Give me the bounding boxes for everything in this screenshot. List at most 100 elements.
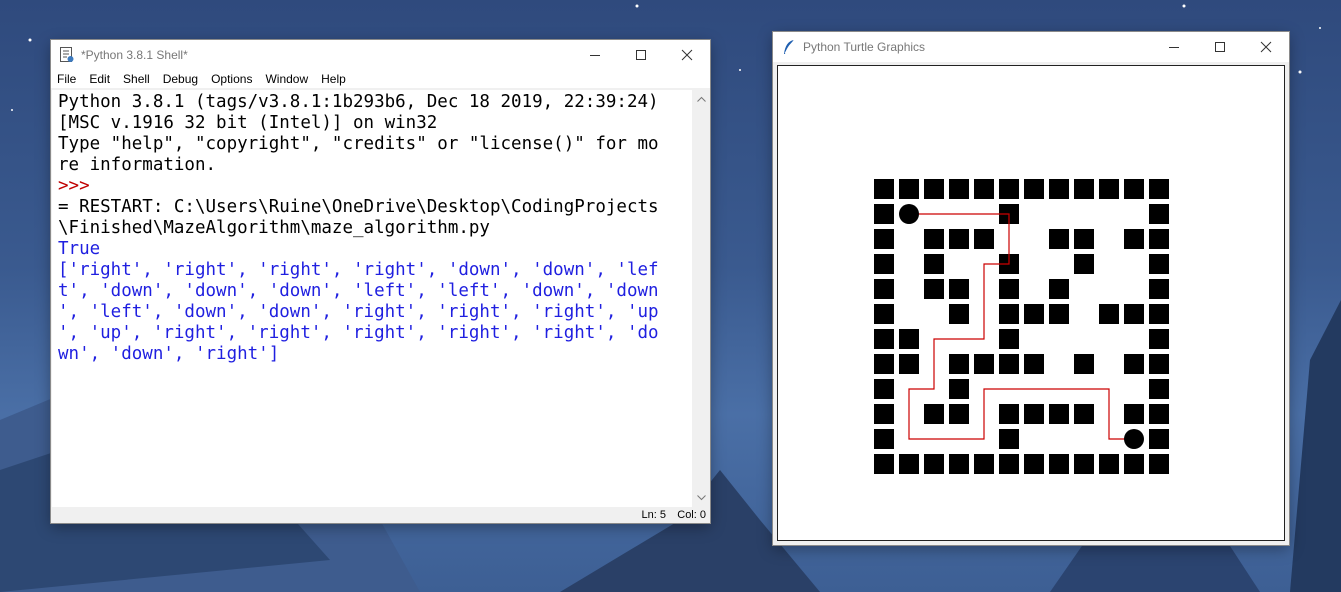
maze-wall xyxy=(1124,229,1144,249)
turtle-titlebar[interactable]: Python Turtle Graphics xyxy=(773,32,1289,62)
shell-output-line: Python 3.8.1 (tags/v3.8.1:1b293b6, Dec 1… xyxy=(58,92,659,112)
maze-wall xyxy=(874,354,894,374)
turtle-feather-icon xyxy=(781,39,797,55)
start-marker xyxy=(899,204,919,224)
menu-item-window[interactable]: Window xyxy=(265,72,308,86)
shell-prompt: >>> xyxy=(58,176,101,196)
maze-wall xyxy=(899,454,919,474)
maze-wall xyxy=(999,279,1019,299)
close-icon xyxy=(1260,41,1272,53)
maze-wall xyxy=(1074,404,1094,424)
column-number-status: Col: 0 xyxy=(677,509,706,521)
shell-output-line: True xyxy=(58,239,101,259)
close-button[interactable] xyxy=(1243,32,1289,62)
close-icon xyxy=(681,49,693,61)
turtle-graphics-window[interactable]: Python Turtle Graphics xyxy=(773,32,1289,545)
maze-wall xyxy=(1149,379,1169,399)
maze-wall xyxy=(874,204,894,224)
scroll-up-arrow-icon[interactable] xyxy=(693,92,709,106)
maze-wall xyxy=(1049,404,1069,424)
maze-wall xyxy=(874,179,894,199)
maze-wall xyxy=(1149,354,1169,374)
maze-wall xyxy=(999,404,1019,424)
maze-wall xyxy=(1024,304,1044,324)
maze-wall xyxy=(924,229,944,249)
maze-wall xyxy=(924,454,944,474)
maze-wall xyxy=(949,379,969,399)
menu-item-shell[interactable]: Shell xyxy=(123,72,150,86)
maze-wall xyxy=(974,454,994,474)
maze-wall xyxy=(999,304,1019,324)
maze-wall xyxy=(899,179,919,199)
maze-wall xyxy=(1149,279,1169,299)
close-button[interactable] xyxy=(664,40,710,70)
minimize-button[interactable] xyxy=(1151,32,1197,62)
maze-wall xyxy=(1149,329,1169,349)
maze-wall xyxy=(1074,179,1094,199)
maze-wall xyxy=(1074,254,1094,274)
shell-output-line: ', 'up', 'right', 'right', 'right', 'rig… xyxy=(58,323,659,343)
maze-wall xyxy=(949,454,969,474)
shell-output-line: = RESTART: C:\Users\Ruine\OneDrive\Deskt… xyxy=(58,197,659,217)
maze-wall xyxy=(999,429,1019,449)
menu-item-file[interactable]: File xyxy=(57,72,76,86)
maze-wall xyxy=(949,404,969,424)
turtle-title: Python Turtle Graphics xyxy=(803,40,926,54)
maze-wall xyxy=(949,304,969,324)
maze-wall xyxy=(1124,354,1144,374)
shell-output-line: ', 'left', 'down', 'down', 'right', 'rig… xyxy=(58,302,659,322)
vertical-scrollbar[interactable] xyxy=(693,90,709,507)
maze-wall xyxy=(924,279,944,299)
maze-wall xyxy=(1149,454,1169,474)
maze-wall xyxy=(1024,454,1044,474)
maze-wall xyxy=(1149,179,1169,199)
maze-wall xyxy=(874,429,894,449)
shell-title: *Python 3.8.1 Shell* xyxy=(81,48,188,62)
maze-wall xyxy=(1149,254,1169,274)
maze-wall xyxy=(899,329,919,349)
scroll-down-arrow-icon[interactable] xyxy=(693,491,709,505)
maze-wall xyxy=(1024,354,1044,374)
end-marker xyxy=(1124,429,1144,449)
maze-wall xyxy=(1124,404,1144,424)
maze-wall xyxy=(1124,304,1144,324)
line-number-status: Ln: 5 xyxy=(641,509,666,521)
shell-output-line: Type "help", "copyright", "credits" or "… xyxy=(58,134,659,154)
shell-output-line: t', 'down', 'down', 'down', 'left', 'lef… xyxy=(58,281,659,301)
minimize-icon xyxy=(590,55,600,56)
maze-wall xyxy=(1074,229,1094,249)
shell-output-area[interactable]: Python 3.8.1 (tags/v3.8.1:1b293b6, Dec 1… xyxy=(52,90,692,507)
turtle-canvas[interactable] xyxy=(777,65,1285,541)
shell-output-line: wn', 'down', 'right'] xyxy=(58,344,280,364)
maze-wall xyxy=(874,304,894,324)
python-shell-window[interactable]: *Python 3.8.1 Shell* File Edit Shell Debug O… xyxy=(51,40,710,523)
minimize-button[interactable] xyxy=(572,40,618,70)
maze-wall xyxy=(1099,454,1119,474)
maze-wall xyxy=(1024,404,1044,424)
maximize-button[interactable] xyxy=(618,40,664,70)
maze-wall xyxy=(1149,429,1169,449)
maze-wall xyxy=(1099,179,1119,199)
maze-wall xyxy=(949,179,969,199)
maze-wall xyxy=(874,254,894,274)
menu-item-debug[interactable]: Debug xyxy=(163,72,198,86)
shell-titlebar[interactable]: *Python 3.8.1 Shell* xyxy=(51,40,710,70)
maze-wall xyxy=(1149,404,1169,424)
menu-item-options[interactable]: Options xyxy=(211,72,252,86)
menu-item-edit[interactable]: Edit xyxy=(89,72,110,86)
maze-wall xyxy=(1049,229,1069,249)
shell-output-line: ['right', 'right', 'right', 'right', 'do… xyxy=(58,260,659,280)
maze-wall xyxy=(1049,304,1069,324)
maze-wall xyxy=(1024,179,1044,199)
maze-wall xyxy=(924,179,944,199)
maze-wall xyxy=(874,404,894,424)
maze-wall xyxy=(1074,454,1094,474)
maze-wall xyxy=(974,354,994,374)
maze-wall xyxy=(874,454,894,474)
shell-output-line: re information. xyxy=(58,155,217,175)
maximize-button[interactable] xyxy=(1197,32,1243,62)
maze-wall xyxy=(974,229,994,249)
maze-wall xyxy=(1074,354,1094,374)
menu-item-help[interactable]: Help xyxy=(321,72,346,86)
maze-wall xyxy=(1099,304,1119,324)
